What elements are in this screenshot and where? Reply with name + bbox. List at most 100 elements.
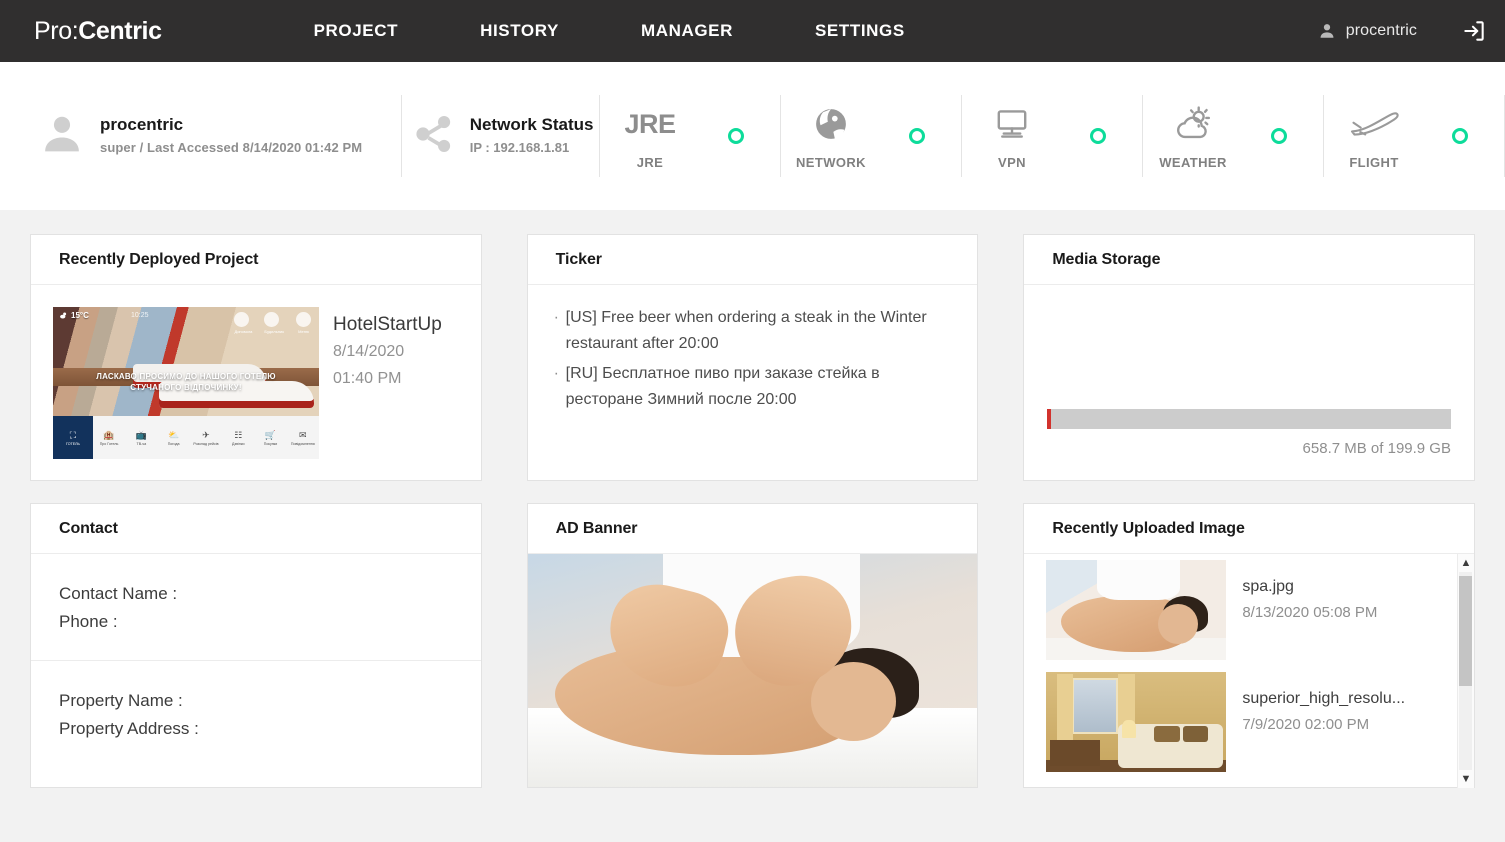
top-navigation-bar: Pro:Centric PROJECT HISTORY MANAGER SETT…	[0, 0, 1505, 62]
airplane-icon: ✈	[202, 430, 210, 440]
dock-label-0: ГОТЕЛЬ	[66, 442, 80, 446]
sun-cloud-icon	[59, 311, 68, 320]
card-header: Recently Uploaded Image	[1024, 504, 1474, 554]
app-logo[interactable]: Pro:Centric	[34, 17, 162, 46]
tv-icon: 📺	[136, 430, 147, 440]
card-contact: Contact Contact Name : Phone : Property …	[30, 503, 482, 788]
current-user-summary: procentric super / Last Accessed 8/14/20…	[40, 111, 401, 162]
ticker-list: · [US] Free beer when ordering a steak i…	[528, 285, 978, 413]
status-led-jre	[728, 128, 744, 144]
service-network[interactable]: NETWORK	[781, 62, 961, 210]
thumbnail-icon-label-1: Допомога	[234, 329, 252, 334]
bullet-icon: ·	[554, 361, 566, 413]
card-title-recently-deployed: Recently Deployed Project	[59, 251, 258, 269]
card-recently-uploaded-image: Recently Uploaded Image spa.jpg 8/13/202…	[1023, 503, 1475, 788]
dock-item-1: 🏨Про Готель	[93, 416, 125, 459]
thumb-pillow-2	[1183, 726, 1208, 742]
nav-item-history[interactable]: HISTORY	[470, 15, 569, 47]
thumbnail-clock: 10:25	[131, 312, 149, 319]
thumbnail-welcome-line-2: СТУЧАНОГО ВІДПОЧИНКУ!	[71, 382, 301, 393]
storage-progress-bar	[1047, 409, 1451, 429]
dock-label-5: Дзвінки	[232, 442, 244, 446]
alarm-icon	[264, 312, 279, 327]
dock-item-7: ✉ Повідомлення	[287, 416, 319, 459]
logout-icon	[1461, 18, 1487, 44]
service-weather[interactable]: WEATHER	[1143, 62, 1323, 210]
dock-item-4: ✈ Розклад рейсів	[190, 416, 222, 459]
menu-icon	[296, 312, 311, 327]
card-title-recently-uploaded: Recently Uploaded Image	[1052, 520, 1244, 538]
building-icon: 🏨	[103, 430, 114, 440]
hotel-icon: ⛶	[70, 430, 76, 440]
dashboard-grid: Recently Deployed Project 15°C 10:25 Доп…	[0, 210, 1505, 788]
user-avatar-icon	[40, 111, 100, 162]
dock-item-5: ☷Дзвінки	[222, 416, 254, 459]
top-right-actions: procentric	[1318, 0, 1487, 62]
list-item[interactable]: superior_high_resolu... 7/9/2020 02:00 P…	[1046, 672, 1457, 778]
dock-label-3: Погода	[168, 442, 180, 446]
uploaded-image-name: superior_high_resolu...	[1242, 686, 1405, 712]
status-led-vpn	[1090, 128, 1106, 144]
uploaded-image-thumbnail[interactable]	[1046, 672, 1226, 772]
dock-label-4: Розклад рейсів	[193, 442, 218, 446]
thumbnail-top-icons: Допомога Будильник Меню	[234, 312, 311, 334]
globe-icon	[812, 102, 850, 146]
chevron-up-icon[interactable]: ▲	[1457, 554, 1474, 572]
status-led-network	[909, 128, 925, 144]
thumbnail-temp-text: 15°C	[71, 311, 89, 320]
property-name-label: Property Name :	[59, 687, 453, 715]
card-ad-banner: AD Banner	[527, 503, 979, 788]
contact-phone-label: Phone :	[59, 608, 453, 636]
status-led-weather	[1271, 128, 1287, 144]
thumbnail-dock: ⛶ ГОТЕЛЬ 🏨Про Готель 📺 ТВ-ча ⛅ Погода ✈ Роз…	[53, 416, 319, 459]
shopping-icon: 🛒	[265, 430, 276, 440]
jre-icon: JRE	[624, 102, 675, 146]
person-icon	[1318, 22, 1336, 40]
card-ticker: Ticker · [US] Free beer when ordering a …	[527, 234, 979, 481]
nav-item-manager[interactable]: MANAGER	[631, 15, 743, 47]
service-label-network: NETWORK	[796, 155, 866, 170]
card-media-storage: Media Storage 658.7 MB of 199.9 GB	[1023, 234, 1475, 481]
thumb-pillow-1	[1154, 726, 1179, 742]
share-nodes-icon	[412, 112, 470, 161]
thumbnail-temperature: 15°C	[59, 311, 89, 320]
uploaded-image-thumbnail[interactable]	[1046, 560, 1226, 660]
scrollbar-thumb[interactable]	[1459, 576, 1472, 686]
project-date: 8/14/2020	[333, 338, 442, 365]
nav-item-project[interactable]: PROJECT	[304, 15, 409, 47]
dock-item-3: ⛅ Погода	[157, 416, 189, 459]
ad-banner-image[interactable]	[528, 554, 978, 788]
weather-icon: ⛅	[168, 430, 179, 440]
service-jre[interactable]: JRE JRE	[600, 62, 780, 210]
service-label-flight: FLIGHT	[1349, 155, 1398, 170]
status-led-flight	[1452, 128, 1468, 144]
uploaded-image-date: 7/9/2020 02:00 PM	[1242, 712, 1405, 738]
property-address-label: Property Address :	[59, 715, 453, 743]
card-title-ticker: Ticker	[556, 251, 602, 269]
dock-label-2: ТВ-ча	[137, 442, 147, 446]
service-vpn[interactable]: VPN	[962, 62, 1142, 210]
scrollbar-track[interactable]	[1459, 572, 1472, 770]
card-title-contact: Contact	[59, 520, 118, 538]
service-label-vpn: VPN	[998, 155, 1026, 170]
mail-icon: ✉	[299, 430, 307, 440]
contact-person-group: Contact Name : Phone :	[31, 554, 481, 660]
chevron-down-icon[interactable]: ▼	[1457, 770, 1474, 788]
service-label-weather: WEATHER	[1159, 155, 1227, 170]
logout-button[interactable]	[1461, 18, 1487, 44]
dock-item-2: 📺 ТВ-ча	[125, 416, 157, 459]
account-name: procentric	[1346, 22, 1417, 40]
nav-item-settings[interactable]: SETTINGS	[805, 15, 915, 47]
dock-label-7: Повідомлення	[291, 442, 315, 446]
uploaded-image-meta: spa.jpg 8/13/2020 05:08 PM	[1226, 560, 1377, 666]
uploaded-list-scrollbar[interactable]: ▲ ▼	[1457, 554, 1474, 788]
dock-label-6: Покупки	[264, 442, 278, 446]
account-menu[interactable]: procentric	[1318, 22, 1417, 40]
card-title-media-storage: Media Storage	[1052, 251, 1160, 269]
service-flight[interactable]: FLIGHT	[1324, 62, 1504, 210]
thumbnail-welcome-text: ЛАСКАВО ПРОСИМО ДО НАШОГО ГОТЕЛЮ СТУЧАНО…	[53, 371, 319, 393]
service-indicators: JRE JRE NETWORK	[599, 62, 1505, 210]
project-thumbnail[interactable]: 15°C 10:25 Допомога Будильник Меню ЛАСКА…	[53, 307, 319, 459]
uploaded-image-list: spa.jpg 8/13/2020 05:08 PM	[1024, 554, 1457, 788]
list-item[interactable]: spa.jpg 8/13/2020 05:08 PM	[1046, 560, 1457, 666]
